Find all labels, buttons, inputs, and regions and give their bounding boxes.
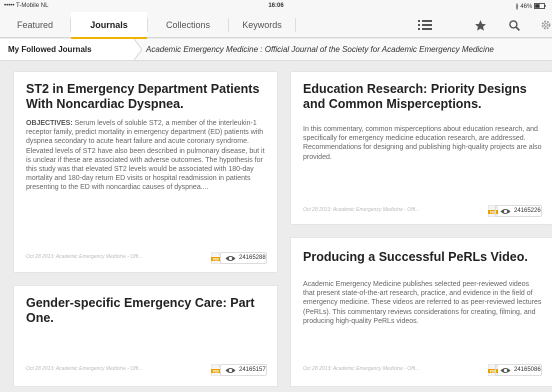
eye-icon <box>500 368 511 373</box>
article-date: Oct 28 2013: Academic Emergency Medicine… <box>303 207 420 213</box>
article-title[interactable]: ST2 in Emergency Department Patients Wit… <box>26 82 267 112</box>
article-id-badge[interactable]: 24165086 <box>495 364 542 376</box>
article-title[interactable]: Producing a Successful PeRLs Video. <box>303 250 542 265</box>
eye-icon <box>500 209 511 214</box>
article-footer: Oct 28 2013: Academic Emergency Medicine… <box>303 364 542 376</box>
article-date: Oct 28 2013: Academic Emergency Medicine… <box>303 366 420 372</box>
top-nav-bar: Featured Journals Collections Keywords <box>0 12 552 39</box>
tab-collections[interactable]: Collections <box>148 12 228 38</box>
abstract-text: Academic Emergency Medicine publishes se… <box>303 281 542 325</box>
article-date: Oct 28 2013: Academic Emergency Medicine… <box>26 254 143 260</box>
article-card[interactable]: ST2 in Emergency Department Patients Wit… <box>14 72 277 272</box>
bluetooth-icon: ∦ <box>515 4 519 10</box>
article-title[interactable]: Gender-specific Emergency Care: Part One… <box>26 296 267 326</box>
article-abstract: Academic Emergency Medicine publishes se… <box>303 280 542 326</box>
article-id: 24165157 <box>239 367 266 373</box>
abstract-text: Serum levels of soluble ST2, a member of… <box>26 120 265 192</box>
battery-level: ∦ 46% <box>516 3 546 10</box>
eye-icon <box>225 256 236 261</box>
tab-featured[interactable]: Featured <box>0 12 70 38</box>
breadcrumb-separator-icon <box>128 39 142 60</box>
article-abstract: OBJECTIVES: Serum levels of soluble ST2,… <box>26 119 267 193</box>
tab-journals[interactable]: Journals <box>71 12 147 39</box>
article-id: 24165288 <box>239 255 266 261</box>
tab-divider <box>295 18 296 32</box>
abstract-text: In this commentary, common misperception… <box>303 126 542 161</box>
battery-icon <box>534 3 546 9</box>
article-card[interactable]: Producing a Successful PeRLs Video. Acad… <box>291 238 552 386</box>
breadcrumb: My Followed Journals Academic Emergency … <box>0 39 552 61</box>
article-id-badge[interactable]: 24165288 <box>220 252 267 264</box>
clock: 16:06 <box>268 3 284 9</box>
article-footer: Oct 28 2013: Academic Emergency Medicine… <box>26 364 267 376</box>
eye-icon <box>225 368 236 373</box>
article-id: 24165226 <box>514 208 541 214</box>
article-footer: Oct 28 2013: Academic Emergency Medicine… <box>303 205 542 217</box>
article-date: Oct 28 2013: Academic Emergency Medicine… <box>26 366 143 372</box>
breadcrumb-followed-journals[interactable]: My Followed Journals <box>0 39 134 60</box>
article-footer: Oct 28 2013: Academic Emergency Medicine… <box>26 252 267 264</box>
article-id: 24165086 <box>514 367 541 373</box>
tab-keywords[interactable]: Keywords <box>229 12 295 38</box>
battery-percent: 46% <box>520 4 533 10</box>
article-card[interactable]: Gender-specific Emergency Care: Part One… <box>14 286 277 386</box>
status-bar: ••••• T-Mobile NL 16:06 ∦ 46% <box>0 0 552 12</box>
article-id-badge[interactable]: 24165157 <box>220 364 267 376</box>
article-card[interactable]: Education Research: Priority Designs and… <box>291 72 552 224</box>
article-title[interactable]: Education Research: Priority Designs and… <box>303 82 542 112</box>
breadcrumb-current-journal: Academic Emergency Medicine : Official J… <box>146 45 494 54</box>
abstract-label: OBJECTIVES: <box>26 120 73 127</box>
star-icon[interactable] <box>472 17 488 33</box>
article-abstract: In this commentary, common misperception… <box>303 125 542 162</box>
list-icon[interactable] <box>417 17 433 33</box>
search-icon[interactable] <box>506 17 522 33</box>
svg-text:PDF: PDF <box>213 369 219 373</box>
settings-icon[interactable] <box>538 17 552 33</box>
svg-text:PDF: PDF <box>213 257 219 261</box>
article-id-badge[interactable]: 24165226 <box>495 205 542 217</box>
